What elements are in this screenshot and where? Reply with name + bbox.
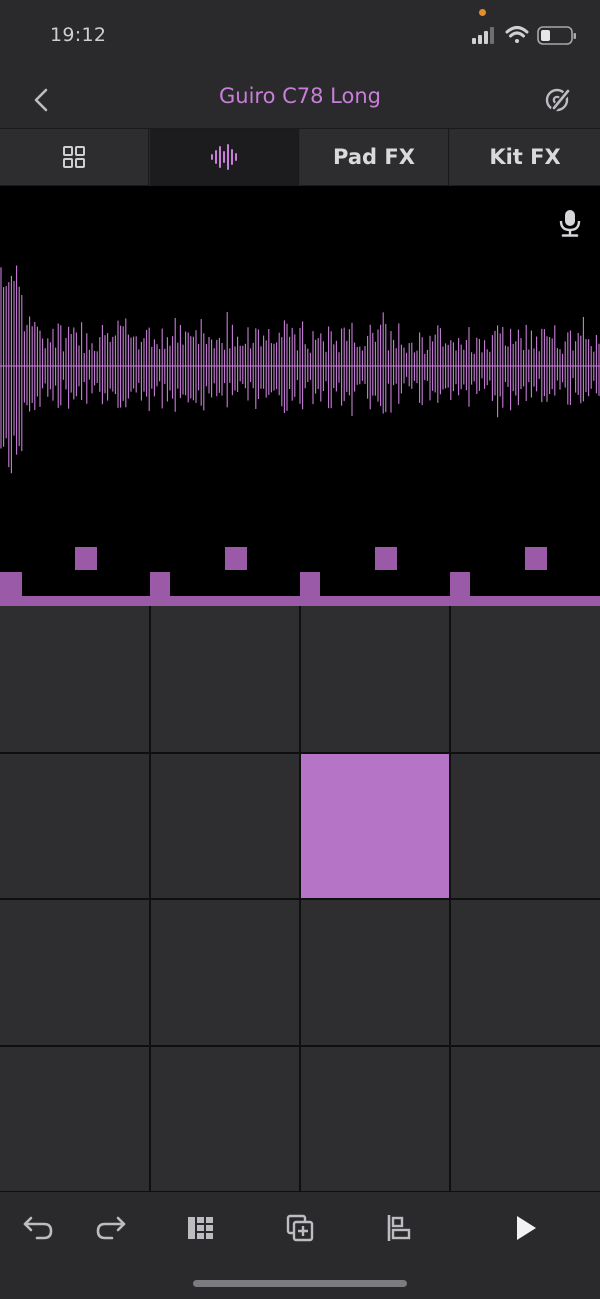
redo-icon: [96, 1216, 126, 1240]
pads-grid-icon: [63, 146, 85, 168]
pad-grid: [0, 606, 600, 1192]
pad-13[interactable]: [0, 1047, 149, 1191]
duplicate-button[interactable]: [280, 1208, 320, 1248]
tab-kit-fx-label: Kit FX: [489, 145, 561, 169]
pad-12[interactable]: [451, 900, 600, 1045]
pad-2[interactable]: [151, 606, 299, 752]
wifi-icon: [505, 26, 529, 43]
align-icon: [387, 1215, 411, 1241]
privacy-indicator-dot: [479, 9, 486, 16]
play-button[interactable]: [505, 1208, 545, 1248]
play-icon: [517, 1216, 536, 1240]
slice-marker[interactable]: [450, 572, 470, 596]
battery-icon: [537, 26, 576, 45]
sequencer-grid-icon: [188, 1217, 213, 1239]
pad-16[interactable]: [451, 1047, 600, 1191]
pad-10[interactable]: [151, 900, 299, 1045]
status-time: 19:12: [50, 24, 107, 46]
slice-marker[interactable]: [225, 547, 247, 570]
slice-marker[interactable]: [375, 547, 397, 570]
waveform-display: [0, 265, 600, 474]
record-button[interactable]: [556, 208, 584, 238]
undo-icon: [23, 1216, 53, 1240]
pad-11[interactable]: [301, 900, 449, 1045]
waveform-icon: [211, 144, 237, 170]
slice-marker[interactable]: [75, 547, 97, 570]
pad-3[interactable]: [301, 606, 449, 752]
edit-sound-icon: [545, 87, 572, 112]
redo-button[interactable]: [92, 1208, 132, 1248]
microphone-icon: [559, 210, 581, 237]
sound-title[interactable]: Guiro C78 Long: [150, 84, 450, 108]
pad-1[interactable]: [0, 606, 149, 752]
slice-marker[interactable]: [525, 547, 547, 570]
pad-14[interactable]: [151, 1047, 299, 1191]
tab-pad-fx-label: Pad FX: [333, 145, 415, 169]
tab-sample-editor[interactable]: [150, 129, 299, 186]
sample-range-bar[interactable]: [0, 596, 600, 606]
tab-pad-fx[interactable]: Pad FX: [300, 129, 449, 186]
status-icons: [470, 24, 580, 48]
pad-9[interactable]: [0, 900, 149, 1045]
slice-marker[interactable]: [0, 572, 22, 596]
slice-marker[interactable]: [300, 572, 320, 596]
chevron-left-icon: [34, 88, 48, 112]
status-bar: 19:12: [0, 0, 600, 70]
pad-8[interactable]: [451, 754, 600, 898]
waveform-editor[interactable]: [0, 186, 600, 606]
align-button[interactable]: [379, 1208, 419, 1248]
slice-marker[interactable]: [150, 572, 170, 596]
tab-pads[interactable]: [0, 129, 149, 186]
cellular-signal-icon: [472, 27, 494, 44]
tab-kit-fx[interactable]: Kit FX: [450, 129, 600, 186]
pad-6[interactable]: [151, 754, 299, 898]
home-indicator[interactable]: [193, 1280, 407, 1287]
pad-15[interactable]: [301, 1047, 449, 1191]
pad-5[interactable]: [0, 754, 149, 898]
nav-bar: Guiro C78 Long: [0, 70, 600, 128]
tab-bar: Pad FX Kit FX: [0, 128, 600, 187]
undo-button[interactable]: [17, 1208, 57, 1248]
back-button[interactable]: [26, 84, 58, 116]
edit-sound-button[interactable]: [540, 82, 574, 116]
pad-4[interactable]: [451, 606, 600, 752]
sequencer-button[interactable]: [181, 1208, 221, 1248]
pad-7[interactable]: [301, 754, 449, 898]
duplicate-icon: [286, 1214, 314, 1242]
